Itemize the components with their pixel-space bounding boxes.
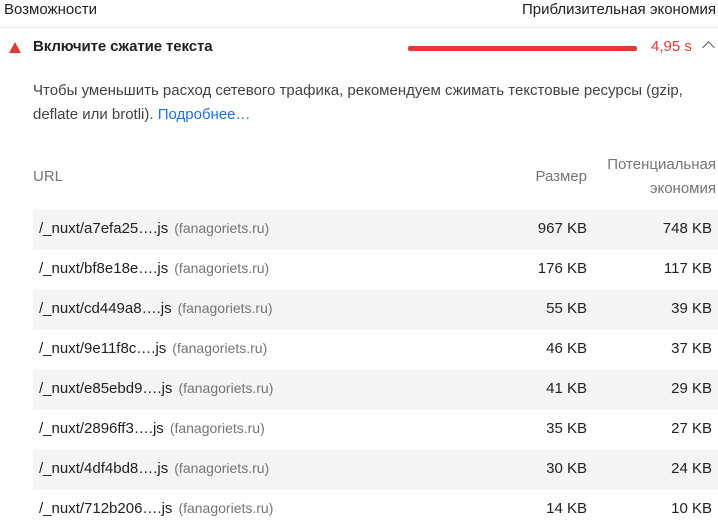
savings-bar <box>408 46 637 51</box>
warning-triangle-icon <box>9 42 21 53</box>
resource-size: 41 KB <box>546 380 587 397</box>
resource-url[interactable]: /_nuxt/4df4bd8….js (fanagoriets.ru) <box>39 460 269 477</box>
resource-host: (fanagoriets.ru) <box>178 500 274 516</box>
resource-host: (fanagoriets.ru) <box>174 260 270 276</box>
resources-table: URL Размер Потенциальная экономия /_nuxt… <box>33 152 718 527</box>
resource-size: 967 KB <box>537 220 587 237</box>
resource-path: /_nuxt/9e11f8c….js <box>39 340 167 357</box>
resource-host: (fanagoriets.ru) <box>178 380 274 396</box>
resource-host: (fanagoriets.ru) <box>177 300 273 316</box>
resource-savings: 39 KB <box>671 300 712 317</box>
resource-path: /_nuxt/e85ebd9….js <box>39 380 173 397</box>
resource-path: /_nuxt/a7efa25….js <box>39 220 169 237</box>
resource-size: 14 KB <box>546 500 587 517</box>
column-size: Размер <box>535 168 587 185</box>
column-url: URL <box>33 168 64 185</box>
column-potential-savings: Потенциальная экономия <box>607 153 716 201</box>
estimated-savings-label: Приблизительная экономия <box>521 1 716 18</box>
table-row: /_nuxt/bf8e18e….js (fanagoriets.ru) 176 K… <box>33 250 718 290</box>
audit-description: Чтобы уменьшить расход сетевого трафика,… <box>33 79 713 127</box>
opportunities-header: Возможности Приблизительная экономия <box>0 0 718 28</box>
table-row: /_nuxt/cd449a8….js (fanagoriets.ru) 55 KB… <box>33 290 718 330</box>
audit-title: Включите сжатие текста <box>33 38 213 55</box>
table-row: /_nuxt/712b206….js (fanagoriets.ru) 14 KB… <box>33 490 718 527</box>
table-row: /_nuxt/2896ff3….js (fanagoriets.ru) 35 KB… <box>33 410 718 450</box>
column-potential-line2: экономия <box>649 180 716 197</box>
resource-path: /_nuxt/712b206….js <box>39 500 173 517</box>
resource-host: (fanagoriets.ru) <box>174 220 270 236</box>
table-row: /_nuxt/9e11f8c….js (fanagoriets.ru) 46 KB… <box>33 330 718 370</box>
resource-savings: 748 KB <box>662 220 712 237</box>
resource-savings: 24 KB <box>671 460 712 477</box>
audit-text-compression[interactable]: Включите сжатие текста 4,95 s <box>0 29 718 67</box>
resource-savings: 29 KB <box>671 380 712 397</box>
resource-url[interactable]: /_nuxt/a7efa25….js (fanagoriets.ru) <box>39 220 269 237</box>
resource-size: 35 KB <box>546 420 587 437</box>
resource-size: 176 KB <box>537 260 587 277</box>
table-row: /_nuxt/e85ebd9….js (fanagoriets.ru) 41 KB… <box>33 370 718 410</box>
column-potential-line1: Потенциальная <box>607 156 716 173</box>
resource-path: /_nuxt/4df4bd8….js <box>39 460 169 477</box>
table-row: /_nuxt/a7efa25….js (fanagoriets.ru) 967 K… <box>33 210 718 250</box>
resource-url[interactable]: /_nuxt/e85ebd9….js (fanagoriets.ru) <box>39 380 273 397</box>
resource-savings: 117 KB <box>663 260 712 277</box>
opportunities-label: Возможности <box>4 1 97 18</box>
resource-host: (fanagoriets.ru) <box>174 460 270 476</box>
resource-size: 46 KB <box>546 340 587 357</box>
learn-more-link[interactable]: Подробнее… <box>158 106 251 123</box>
resource-url[interactable]: /_nuxt/bf8e18e….js (fanagoriets.ru) <box>39 260 269 277</box>
resource-savings: 10 KB <box>671 500 712 517</box>
resource-size: 30 KB <box>546 460 587 477</box>
resource-host: (fanagoriets.ru) <box>169 420 265 436</box>
resource-savings: 27 KB <box>671 420 712 437</box>
chevron-up-icon[interactable] <box>702 41 715 54</box>
table-row: /_nuxt/4df4bd8….js (fanagoriets.ru) 30 KB… <box>33 450 718 490</box>
resource-url[interactable]: /_nuxt/cd449a8….js (fanagoriets.ru) <box>39 300 273 317</box>
resource-url[interactable]: /_nuxt/712b206….js (fanagoriets.ru) <box>39 500 273 517</box>
savings-value: 4,95 s <box>651 38 692 55</box>
resource-url[interactable]: /_nuxt/2896ff3….js (fanagoriets.ru) <box>39 420 265 437</box>
resource-path: /_nuxt/cd449a8….js <box>39 300 172 317</box>
resource-savings: 37 KB <box>671 340 712 357</box>
resource-host: (fanagoriets.ru) <box>172 340 268 356</box>
resource-path: /_nuxt/2896ff3….js <box>39 420 164 437</box>
resource-path: /_nuxt/bf8e18e….js <box>39 260 169 277</box>
resource-size: 55 KB <box>546 300 587 317</box>
audit-description-text: Чтобы уменьшить расход сетевого трафика,… <box>33 82 683 123</box>
resource-url[interactable]: /_nuxt/9e11f8c….js (fanagoriets.ru) <box>39 340 267 357</box>
table-header: URL Размер Потенциальная экономия <box>33 152 718 210</box>
